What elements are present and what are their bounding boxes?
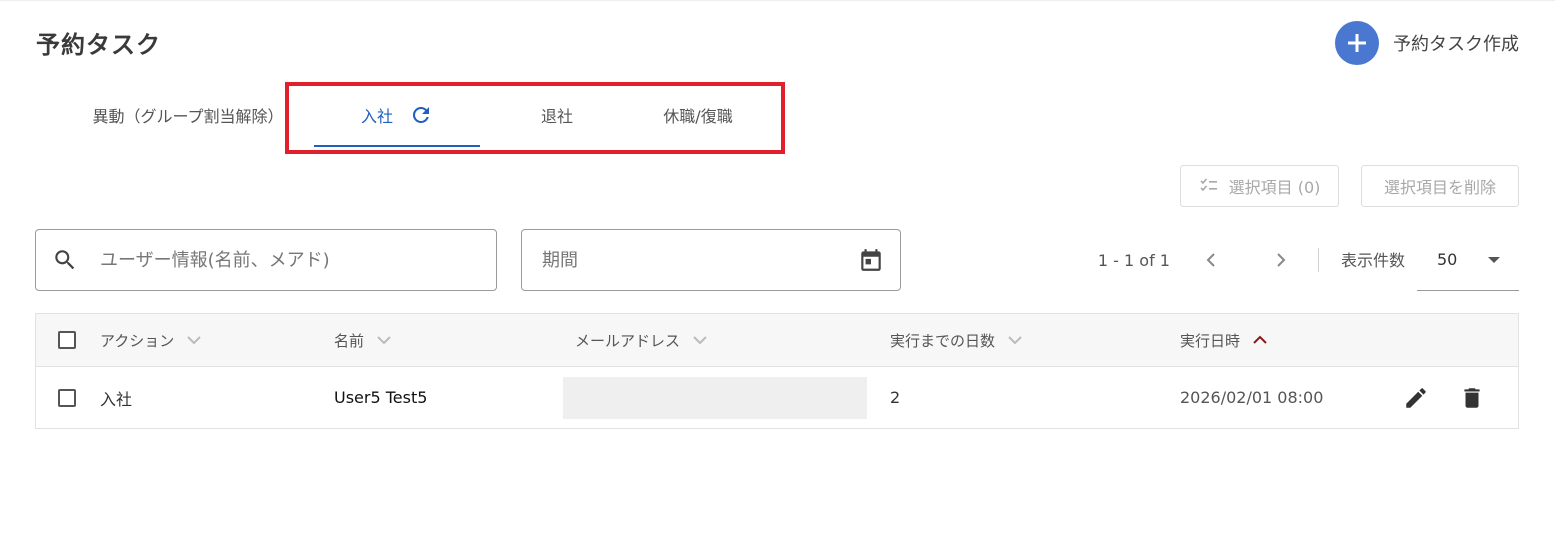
row-actions xyxy=(1403,367,1485,428)
tab-label: 退社 xyxy=(540,107,573,126)
column-label: アクション xyxy=(100,331,175,350)
chevron-right-icon[interactable] xyxy=(1262,252,1300,268)
column-header-name[interactable]: 名前 xyxy=(334,314,392,366)
tab-label: 休職/復職 xyxy=(663,107,733,126)
refresh-icon[interactable] xyxy=(409,103,433,127)
selected-items-label: 選択項目 (0) xyxy=(1228,178,1321,197)
column-label: 名前 xyxy=(334,331,365,350)
plus-icon xyxy=(1335,21,1379,65)
calendar-icon[interactable] xyxy=(858,247,884,273)
select-all-cell xyxy=(58,314,76,366)
search-icon xyxy=(52,247,78,273)
row-select-cell xyxy=(58,367,76,428)
delete-selected-label: 選択項目を削除 xyxy=(1383,178,1496,197)
cell-email xyxy=(563,367,867,428)
select-all-checkbox[interactable] xyxy=(58,331,76,349)
period-input[interactable] xyxy=(540,248,858,272)
table-row: 入社 User5 Test5 2 2026/02/01 08:00 xyxy=(36,367,1518,428)
cell-days-until: 2 xyxy=(890,388,901,407)
pencil-icon[interactable] xyxy=(1403,385,1429,411)
scheduled-tasks-page: 予約タスク 予約タスク作成 異動（グループ割当解除） 入社 退社 休職/復職 選… xyxy=(0,0,1555,553)
tasks-table: アクション 名前 メールアドレス 実行までの日数 実行日時 入社 User5 T… xyxy=(35,313,1519,429)
tab-label: 入社 xyxy=(360,107,393,126)
chevron-down-icon xyxy=(186,335,202,345)
task-type-tabs: 異動（グループ割当解除） 入社 退社 休職/復職 xyxy=(60,83,762,147)
selected-items-button[interactable]: 選択項目 (0) xyxy=(1180,165,1339,207)
row-checkbox[interactable] xyxy=(58,388,76,407)
column-header-action[interactable]: アクション xyxy=(100,314,202,366)
chevron-up-icon xyxy=(1252,335,1268,345)
period-field xyxy=(521,229,901,291)
cell-action: 入社 xyxy=(100,389,133,409)
create-task-button[interactable]: 予約タスク作成 xyxy=(1335,21,1519,65)
pagination: 1 - 1 of 1 表示件数 50 xyxy=(1098,229,1519,291)
cell-executed-at: 2026/02/01 08:00 xyxy=(1180,388,1324,407)
tab-transfer[interactable]: 異動（グループ割当解除） xyxy=(60,83,316,147)
column-header-email[interactable]: メールアドレス xyxy=(575,314,708,366)
divider xyxy=(1317,248,1319,272)
per-page-value: 50 xyxy=(1437,250,1458,269)
per-page-select[interactable]: 50 xyxy=(1417,229,1519,291)
page-title: 予約タスク xyxy=(36,31,161,59)
trash-icon[interactable] xyxy=(1459,385,1485,411)
tab-joining[interactable]: 入社 xyxy=(314,83,480,147)
tab-leave-return[interactable]: 休職/復職 xyxy=(634,83,762,147)
chevron-down-icon xyxy=(376,335,392,345)
caret-down-icon xyxy=(1487,256,1501,264)
pagination-range: 1 - 1 of 1 xyxy=(1097,250,1170,270)
column-label: メールアドレス xyxy=(575,331,681,350)
column-label: 実行日時 xyxy=(1180,331,1241,350)
table-header: アクション 名前 メールアドレス 実行までの日数 実行日時 xyxy=(36,314,1518,367)
per-page-label: 表示件数 xyxy=(1340,251,1405,270)
tab-leaving[interactable]: 退社 xyxy=(498,83,616,147)
tab-label: 異動（グループ割当解除） xyxy=(92,107,284,126)
column-label: 実行までの日数 xyxy=(890,331,996,350)
checklist-icon xyxy=(1199,176,1219,196)
column-header-days-until[interactable]: 実行までの日数 xyxy=(890,314,1023,366)
chevron-down-icon xyxy=(1007,335,1023,345)
user-search-field xyxy=(35,229,497,291)
delete-selected-button[interactable]: 選択項目を削除 xyxy=(1361,165,1519,207)
create-task-label: 予約タスク作成 xyxy=(1393,34,1519,55)
search-input[interactable] xyxy=(98,248,496,272)
redacted-email xyxy=(563,376,867,419)
chevron-down-icon xyxy=(692,335,708,345)
cell-name: User5 Test5 xyxy=(334,388,428,407)
chevron-left-icon[interactable] xyxy=(1192,252,1230,268)
column-header-executed-at[interactable]: 実行日時 xyxy=(1180,314,1268,366)
